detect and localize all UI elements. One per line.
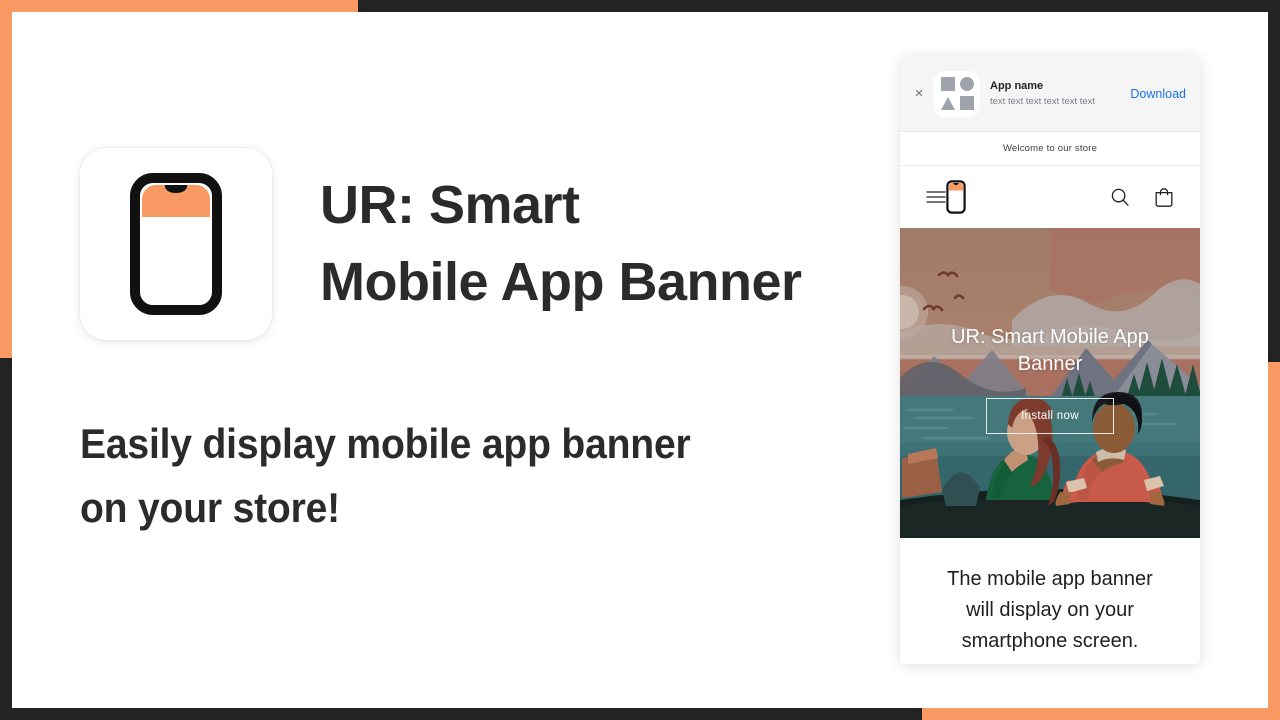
- page-title: UR: Smart Mobile App Banner: [320, 175, 802, 312]
- hero-title: UR: Smart Mobile App Banner: [951, 326, 1149, 375]
- triangle-shape-icon: [940, 97, 955, 110]
- frame-bar-right-orange: [1268, 362, 1280, 720]
- install-now-button[interactable]: Install now: [986, 398, 1114, 434]
- shopping-bag-icon[interactable]: [1154, 187, 1174, 208]
- phone-app-icon: [80, 148, 272, 340]
- slide-canvas: UR: Smart Mobile App Banner Easily displ…: [0, 0, 1280, 720]
- hamburger-menu-icon[interactable]: [926, 190, 946, 204]
- square-shape-icon: [940, 77, 955, 91]
- store-preview-card: × App name text text text text text text…: [900, 56, 1200, 664]
- announcement-bar: Welcome to our store: [900, 132, 1200, 166]
- phone-icon-graphic: [130, 173, 222, 315]
- preview-caption: The mobile app banner will display on yo…: [947, 568, 1153, 652]
- square-shape-icon-2: [959, 96, 974, 110]
- circle-shape-icon: [959, 77, 974, 91]
- store-header: [900, 166, 1200, 228]
- close-icon[interactable]: ×: [910, 85, 928, 103]
- app-placeholder-icon: [934, 70, 980, 117]
- frame-bar-bottom-orange: [922, 708, 1280, 720]
- phone-logo-icon[interactable]: [946, 180, 966, 214]
- banner-app-name: App name: [990, 79, 1044, 92]
- title-row: UR: Smart Mobile App Banner: [80, 148, 802, 340]
- tagline: Easily display mobile app banner on your…: [80, 420, 691, 531]
- hero-banner: UR: Smart Mobile App Banner Install now: [900, 228, 1200, 538]
- search-icon[interactable]: [1110, 187, 1130, 207]
- frame-bar-right-dark: [1268, 0, 1280, 362]
- smart-app-banner: × App name text text text text text text…: [900, 56, 1200, 132]
- banner-app-description: text text text text text text: [990, 96, 1096, 107]
- hero-overlay: UR: Smart Mobile App Banner Install now: [900, 228, 1200, 538]
- download-button[interactable]: Download: [1130, 87, 1186, 101]
- banner-text-block: App name text text text text text text: [990, 79, 1124, 109]
- left-content-panel: UR: Smart Mobile App Banner Easily displ…: [0, 0, 900, 720]
